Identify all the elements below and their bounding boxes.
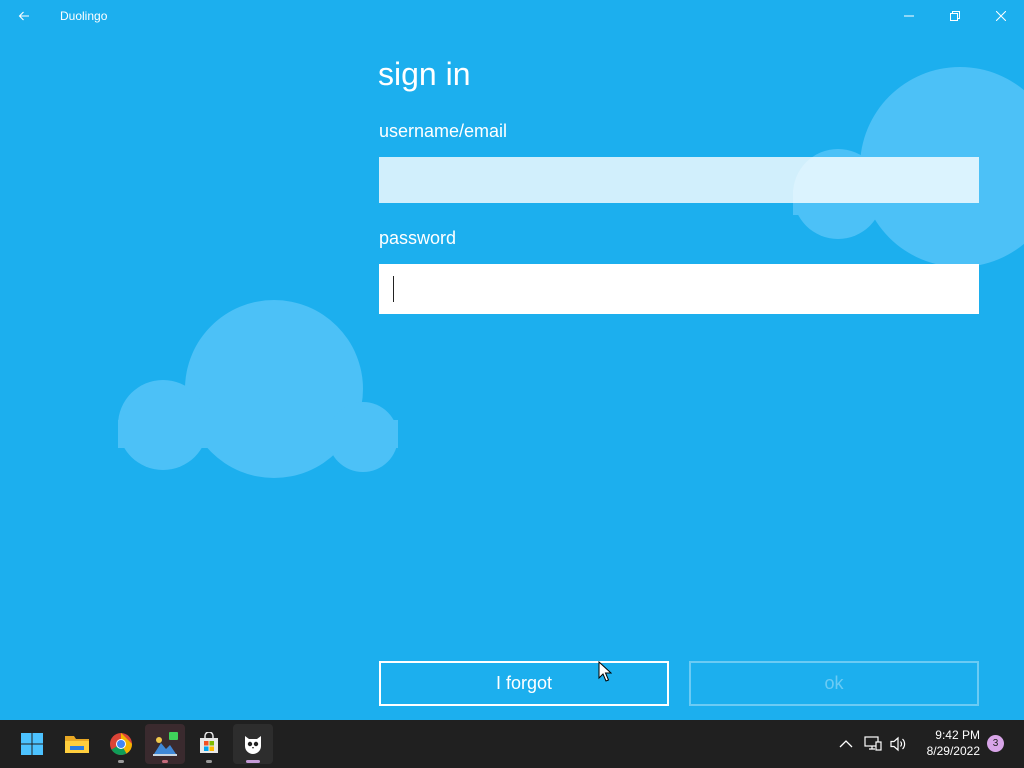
page-title: sign in [378, 56, 471, 92]
file-explorer-icon [65, 736, 89, 753]
microsoft-store-icon [200, 732, 218, 753]
clock-time: 9:42 PM [935, 728, 980, 742]
taskbar-clock[interactable]: 9:42 PM 8/29/2022 [912, 727, 980, 759]
chevron-up-icon [839, 740, 853, 748]
username-input[interactable] [379, 157, 979, 203]
back-button[interactable] [8, 0, 40, 32]
restore-button[interactable] [932, 0, 978, 32]
notification-badge[interactable]: 3 [987, 735, 1004, 752]
network-icon [864, 736, 882, 751]
volume-button[interactable] [887, 732, 911, 756]
running-indicator [206, 760, 212, 763]
username-label: username/email [379, 121, 508, 141]
start-icon [21, 733, 43, 755]
mouse-cursor-icon [598, 661, 612, 682]
show-hidden-icons-button[interactable] [834, 732, 858, 756]
minimize-icon [904, 15, 914, 17]
network-button[interactable] [861, 732, 885, 756]
title-bar: Duolingo [0, 0, 1024, 32]
text-caret [393, 276, 394, 302]
taskbar-file-explorer[interactable] [57, 724, 97, 764]
window-title: Duolingo [60, 9, 108, 23]
start-button[interactable] [12, 724, 52, 764]
close-button[interactable] [978, 0, 1024, 32]
clock-date: 8/29/2022 [926, 744, 980, 758]
taskbar-microsoft-store[interactable] [189, 724, 229, 764]
minimize-button[interactable] [886, 0, 932, 32]
password-input[interactable] [379, 264, 979, 314]
forgot-button[interactable]: I forgot [379, 661, 669, 706]
taskbar: 9:42 PM 8/29/2022 [0, 720, 1024, 768]
taskbar-photos[interactable] [145, 724, 185, 764]
running-indicator [118, 760, 124, 763]
chrome-icon [110, 733, 132, 755]
restore-icon [950, 11, 960, 21]
volume-icon [890, 736, 906, 752]
close-icon [996, 11, 1006, 21]
duolingo-icon [245, 736, 261, 754]
running-indicator [246, 760, 260, 763]
back-arrow-icon [18, 11, 29, 21]
taskbar-duolingo[interactable] [233, 724, 273, 764]
ok-button[interactable]: ok [689, 661, 979, 706]
running-indicator [162, 760, 168, 763]
photos-icon [153, 732, 178, 756]
password-label: password [379, 228, 457, 248]
app-window: Duolingo sign in username/email password… [0, 0, 1024, 720]
taskbar-chrome[interactable] [101, 724, 141, 764]
